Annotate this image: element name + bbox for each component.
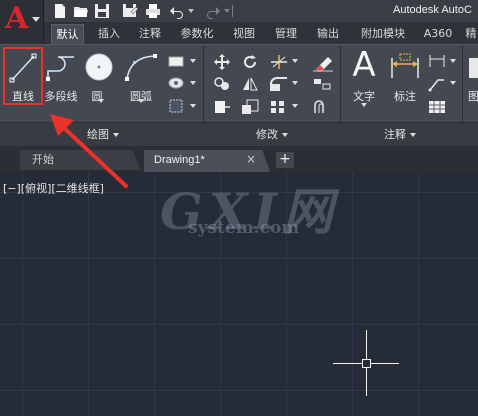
- close-icon[interactable]: ×: [246, 152, 256, 166]
- tab-view[interactable]: 视图: [228, 24, 260, 44]
- boundary-icon[interactable]: [168, 98, 184, 114]
- tab-addins[interactable]: 附加模块: [354, 24, 412, 44]
- modify-panel-label: 修改: [256, 128, 278, 141]
- layer-properties-icon[interactable]: [468, 56, 478, 82]
- hatch-icon[interactable]: [168, 76, 184, 90]
- copy-icon[interactable]: [213, 76, 231, 92]
- tab-default[interactable]: 默认: [51, 24, 84, 44]
- array-icon[interactable]: [269, 99, 289, 115]
- new-file-icon[interactable]: [52, 3, 68, 19]
- rectangle-icon[interactable]: [168, 54, 184, 68]
- circle-button-label[interactable]: 圆: [86, 88, 108, 104]
- autocad-logo-icon: A: [5, 1, 29, 36]
- linear-dimension-dropdown-icon[interactable]: [450, 59, 456, 63]
- watermark-subtext: system.com: [188, 218, 300, 238]
- move-icon[interactable]: [213, 53, 231, 71]
- polyline-button-label[interactable]: 多段线: [42, 88, 80, 104]
- tab-parametric[interactable]: 参数化: [174, 24, 220, 44]
- text-dropdown-icon[interactable]: [361, 103, 367, 107]
- chevron-down-icon: [32, 17, 40, 22]
- leader-dropdown-icon[interactable]: [450, 81, 456, 85]
- trim-dropdown-icon[interactable]: [292, 59, 298, 63]
- window-title: Autodesk AutoC: [393, 4, 472, 16]
- tab-annotate[interactable]: 注释: [134, 24, 166, 44]
- hatch-dropdown-icon[interactable]: [190, 81, 196, 85]
- redo-icon[interactable]: [205, 3, 221, 19]
- chevron-down-icon: [282, 133, 288, 137]
- fillet-dropdown-icon[interactable]: [292, 81, 298, 85]
- open-folder-icon[interactable]: [73, 3, 89, 19]
- table-icon[interactable]: [428, 99, 446, 115]
- new-tab-button[interactable]: +: [276, 152, 294, 168]
- erase-icon[interactable]: [312, 52, 334, 72]
- undo-icon[interactable]: [169, 3, 185, 19]
- redo-dropdown-icon[interactable]: [224, 9, 230, 13]
- fillet-icon[interactable]: [269, 76, 289, 92]
- leader-icon[interactable]: [428, 76, 446, 92]
- layers-button-label[interactable]: 图: [468, 88, 478, 104]
- tab-output[interactable]: 输出: [312, 24, 344, 44]
- chevron-down-icon: [410, 133, 416, 137]
- linear-dimension-icon[interactable]: [428, 53, 446, 69]
- circle-icon[interactable]: [84, 52, 114, 82]
- print-icon[interactable]: [145, 3, 161, 19]
- dimension-icon[interactable]: [388, 52, 422, 80]
- modify-panel-title[interactable]: 修改: [256, 126, 288, 142]
- undo-dropdown-icon[interactable]: [188, 9, 194, 13]
- save-icon[interactable]: [94, 3, 110, 19]
- scale-icon[interactable]: [241, 99, 259, 115]
- crosshair-pickbox-icon: [362, 359, 371, 368]
- line-button-highlight: [3, 47, 43, 105]
- annotation-panel-title[interactable]: 注释: [384, 126, 416, 142]
- array-dropdown-icon[interactable]: [292, 104, 298, 108]
- polyline-icon: [46, 56, 74, 81]
- stretch-icon[interactable]: [213, 99, 231, 115]
- rectangle-dropdown-icon[interactable]: [190, 59, 196, 63]
- circle-dropdown-icon[interactable]: [98, 99, 104, 103]
- tab-manage[interactable]: 管理: [269, 24, 303, 44]
- dimension-button-label[interactable]: 标注: [388, 88, 422, 104]
- toolbar-divider: [232, 5, 244, 17]
- tab-featured[interactable]: 精: [464, 24, 478, 44]
- save-as-icon[interactable]: [122, 3, 138, 19]
- offset-icon[interactable]: [312, 99, 332, 115]
- trim-icon[interactable]: [269, 53, 289, 71]
- boundary-dropdown-icon[interactable]: [190, 104, 196, 108]
- text-icon[interactable]: A: [348, 46, 380, 84]
- mirror-icon[interactable]: [241, 76, 259, 92]
- annotation-arrow-icon: [50, 114, 128, 188]
- tab-a360[interactable]: A360: [420, 24, 456, 44]
- explode-icon[interactable]: [312, 76, 332, 92]
- rotate-icon[interactable]: [241, 53, 259, 71]
- arc-dropdown-icon[interactable]: [138, 99, 144, 103]
- text-button-label[interactable]: 文字: [346, 88, 382, 104]
- tab-insert[interactable]: 插入: [92, 24, 126, 44]
- annotation-panel-label: 注释: [384, 128, 406, 141]
- arc-icon[interactable]: [124, 53, 158, 81]
